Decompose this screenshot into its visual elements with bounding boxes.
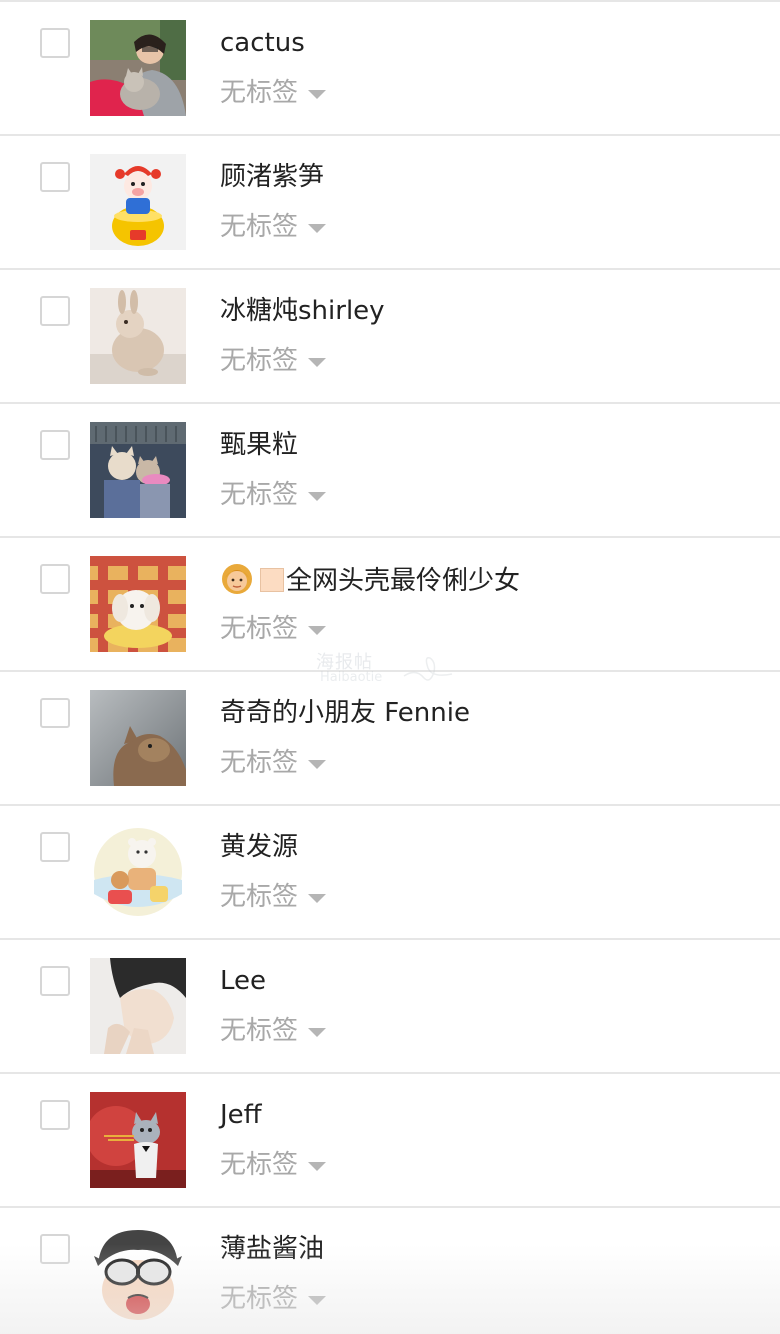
caret-down-icon: [308, 223, 327, 233]
contact-name: 顾渚紫笋: [220, 162, 325, 192]
golden-money-pig-cartoon-icon: [90, 154, 186, 250]
caret-down-icon: [308, 893, 327, 903]
select-checkbox[interactable]: [40, 698, 70, 728]
caret-down-icon: [308, 1161, 327, 1171]
contact-name: 甄果粒: [220, 430, 299, 460]
tag-dropdown[interactable]: 无标签: [220, 1014, 327, 1048]
contact-row[interactable]: 甄果粒 无标签: [0, 404, 780, 538]
avatar[interactable]: [90, 556, 186, 652]
contact-name: 奇奇的小朋友 Fennie: [220, 698, 470, 728]
tag-label: 无标签: [220, 614, 299, 644]
select-checkbox[interactable]: [40, 1234, 70, 1264]
contact-name: 冰糖炖shirley: [220, 296, 385, 326]
avatar[interactable]: [90, 824, 186, 920]
select-checkbox[interactable]: [40, 1100, 70, 1130]
contact-name: 黄发源: [220, 832, 299, 862]
contact-row[interactable]: Lee 无标签: [0, 940, 780, 1074]
avatar[interactable]: [90, 422, 186, 518]
caret-down-icon: [308, 625, 327, 635]
contact-name: cactus: [220, 28, 305, 58]
cat-profile-photo-icon: [90, 690, 186, 786]
woman-emoji-icon: [222, 564, 252, 594]
tag-label: 无标签: [220, 882, 299, 912]
tag-dropdown[interactable]: 无标签: [220, 76, 327, 110]
tag-label: 无标签: [220, 346, 299, 376]
contact-list: cactus 无标签 顾渚紫笋 无标签 冰糖炖shirley 无标签 甄果粒 无…: [0, 0, 780, 1334]
tag-dropdown[interactable]: 无标签: [220, 344, 327, 378]
contact-row[interactable]: cactus 无标签: [0, 2, 780, 136]
skin-tone-box-icon: [260, 568, 284, 592]
avatar[interactable]: [90, 1092, 186, 1188]
tom-cat-cartoon-icon: [90, 1092, 186, 1188]
cartoon-bears-circle-icon: [90, 824, 186, 920]
select-checkbox[interactable]: [40, 966, 70, 996]
caret-down-icon: [308, 491, 327, 501]
tag-dropdown[interactable]: 无标签: [220, 746, 327, 780]
select-checkbox[interactable]: [40, 162, 70, 192]
woman-holding-cat-photo-icon: [90, 20, 186, 116]
avatar[interactable]: [90, 690, 186, 786]
select-checkbox[interactable]: [40, 296, 70, 326]
contact-name: Lee: [220, 966, 267, 996]
select-checkbox[interactable]: [40, 430, 70, 460]
tag-dropdown[interactable]: 无标签: [220, 1282, 327, 1316]
tag-dropdown[interactable]: 无标签: [220, 478, 327, 512]
caret-down-icon: [308, 357, 327, 367]
avatar[interactable]: [90, 1226, 186, 1322]
contact-name: 薄盐酱油: [220, 1234, 325, 1264]
contact-row[interactable]: 薄盐酱油 无标签: [0, 1208, 780, 1332]
goggles-boy-cartoon-icon: [90, 1226, 186, 1322]
avatar[interactable]: [90, 154, 186, 250]
tag-label: 无标签: [220, 480, 299, 510]
tag-label: 无标签: [220, 1016, 299, 1046]
contact-name-text: 全网头壳最伶俐少女: [286, 566, 521, 596]
avatar[interactable]: [90, 20, 186, 116]
person-portrait-photo-icon: [90, 958, 186, 1054]
tag-label: 无标签: [220, 748, 299, 778]
select-checkbox[interactable]: [40, 832, 70, 862]
tag-dropdown[interactable]: 无标签: [220, 1148, 327, 1182]
contact-row[interactable]: Jeff 无标签: [0, 1074, 780, 1208]
two-cats-photo-icon: [90, 422, 186, 518]
tag-label: 无标签: [220, 1150, 299, 1180]
contact-row[interactable]: 黄发源 无标签: [0, 806, 780, 940]
select-checkbox[interactable]: [40, 564, 70, 594]
contact-row[interactable]: 顾渚紫笋 无标签: [0, 136, 780, 270]
contact-row[interactable]: 奇奇的小朋友 Fennie 无标签: [0, 672, 780, 806]
rabbit-photo-icon: [90, 288, 186, 384]
avatar[interactable]: [90, 958, 186, 1054]
white-puppy-on-plaid-photo-icon: [90, 556, 186, 652]
contact-name: 全网头壳最伶俐少女: [220, 562, 520, 598]
caret-down-icon: [308, 759, 327, 769]
caret-down-icon: [308, 89, 327, 99]
tag-dropdown[interactable]: 无标签: [220, 880, 327, 914]
tag-label: 无标签: [220, 212, 299, 242]
select-checkbox[interactable]: [40, 28, 70, 58]
caret-down-icon: [308, 1027, 327, 1037]
contact-row[interactable]: 全网头壳最伶俐少女 无标签: [0, 538, 780, 672]
tag-dropdown[interactable]: 无标签: [220, 612, 327, 646]
tag-dropdown[interactable]: 无标签: [220, 210, 327, 244]
avatar[interactable]: [90, 288, 186, 384]
caret-down-icon: [308, 1295, 327, 1305]
contact-name: Jeff: [220, 1100, 262, 1130]
tag-label: 无标签: [220, 78, 299, 108]
contact-row[interactable]: 冰糖炖shirley 无标签: [0, 270, 780, 404]
tag-label: 无标签: [220, 1284, 299, 1314]
